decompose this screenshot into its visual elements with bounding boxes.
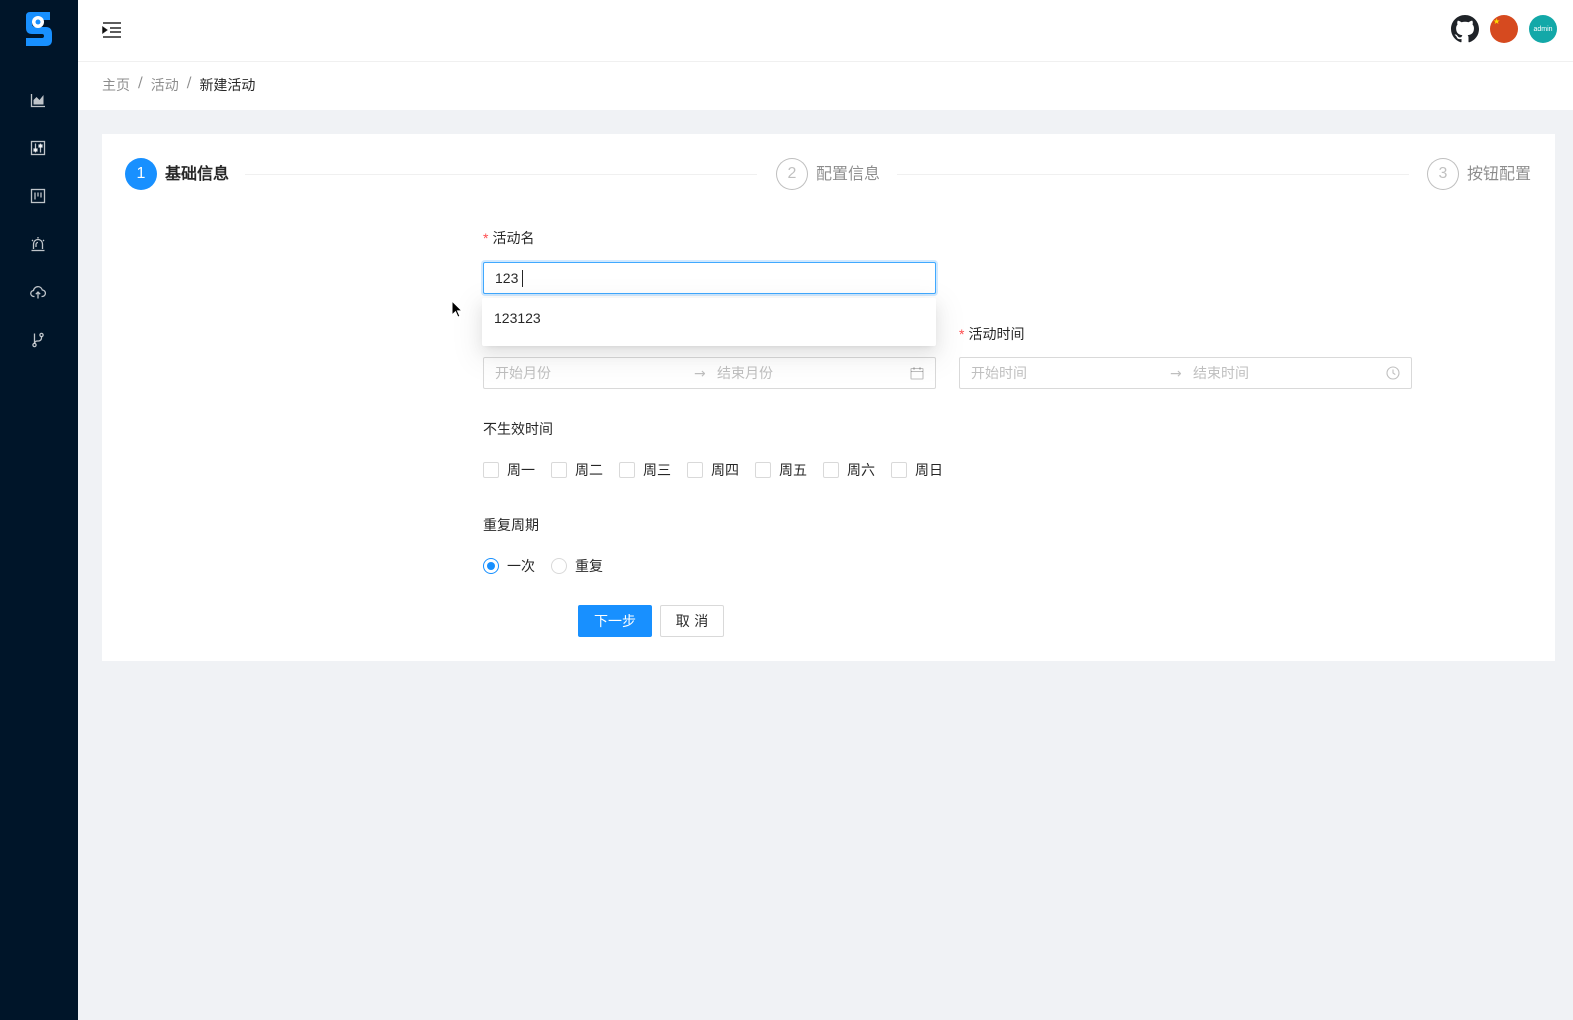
text-caret [522,270,523,287]
range-arrow-icon: → [694,366,706,382]
project-icon[interactable] [29,187,47,205]
required-mark: * [959,326,965,342]
autocomplete-dropdown: 123123 [482,298,936,346]
activity-name-label: * 活动名 [483,227,534,250]
activity-name-label-text: 活动名 [492,231,535,247]
required-mark: * [483,230,489,246]
breadcrumb-separator: / [138,75,143,91]
activity-name-input[interactable] [484,263,935,293]
checkbox-box[interactable] [891,462,907,478]
step-2-tail [897,174,1409,175]
radio-label: 一次 [507,559,535,575]
step-3-icon[interactable]: 3 [1427,158,1459,190]
step-1-title: 基础信息 [165,164,230,183]
control-icon[interactable] [29,139,47,157]
checkbox-friday[interactable]: 周五 [755,459,807,481]
step-1-tail [245,174,757,175]
next-step-button[interactable]: 下一步 [578,605,652,637]
step-3-title[interactable]: 按钮配置 [1467,162,1531,186]
checkbox-tuesday[interactable]: 周二 [551,459,603,481]
checkbox-label: 周日 [915,463,943,479]
area-chart-icon[interactable] [29,91,47,109]
step-2-title[interactable]: 配置信息 [816,162,880,186]
checkbox-box[interactable] [755,462,771,478]
cancel-button[interactable]: 取 消 [660,605,724,637]
checkbox-label: 周三 [643,463,671,479]
breadcrumb-activity[interactable]: 活动 [151,75,179,95]
activity-time-label-text: 活动时间 [968,327,1025,343]
time-range-picker[interactable]: 开始时间 → 结束时间 [959,357,1412,389]
checkbox-box[interactable] [619,462,635,478]
start-month-placeholder[interactable]: 开始月份 [495,363,551,385]
flag-star-icon: ★ [1493,17,1501,26]
checkbox-sunday[interactable]: 周日 [891,459,943,481]
checkbox-box[interactable] [551,462,567,478]
branches-icon[interactable] [29,331,47,349]
checkbox-label: 周五 [779,463,807,479]
breadcrumb-home[interactable]: 主页 [102,75,130,95]
logo-icon[interactable] [24,12,52,46]
repeat-cycle-label: 重复周期 [483,518,539,534]
radio-once[interactable]: 一次 [483,555,535,577]
checkbox-label: 周一 [507,463,535,479]
step-1-icon: 1 [125,158,157,190]
cloud-upload-icon[interactable] [29,283,47,301]
checkbox-saturday[interactable]: 周六 [823,459,875,481]
top-header: ★ admin [78,0,1573,62]
inactive-time-label: 不生效时间 [483,422,553,438]
activity-time-label: * 活动时间 [959,323,1024,346]
clock-icon [1386,366,1400,380]
alert-icon[interactable] [29,235,47,253]
autocomplete-option[interactable]: 123123 [482,302,936,334]
radio-label: 重复 [575,559,603,575]
china-flag-icon[interactable]: ★ [1490,15,1518,43]
end-month-placeholder[interactable]: 结束月份 [717,363,773,385]
checkbox-monday[interactable]: 周一 [483,459,535,481]
github-icon[interactable] [1451,15,1479,43]
breadcrumb-bar: 主页 / 活动 / 新建活动 [78,62,1573,110]
sidebar [0,0,78,1020]
breadcrumb-current: 新建活动 [199,78,256,94]
avatar[interactable]: admin [1529,15,1557,43]
checkbox-thursday[interactable]: 周四 [687,459,739,481]
checkbox-label: 周二 [575,463,603,479]
calendar-icon [910,367,924,380]
activity-name-input-wrapper[interactable] [483,262,936,294]
checkbox-box[interactable] [823,462,839,478]
radio-dot-checked[interactable] [483,558,499,574]
end-time-placeholder[interactable]: 结束时间 [1193,363,1249,385]
month-range-picker[interactable]: 开始月份 → 结束月份 [483,357,936,389]
checkbox-box[interactable] [687,462,703,478]
step-2-icon[interactable]: 2 [776,158,808,190]
weekday-checkbox-group: 周一 周二 周三 周四 周五 周六 周日 [483,459,959,481]
radio-repeat[interactable]: 重复 [551,555,603,577]
checkbox-label: 周四 [711,463,739,479]
breadcrumb-separator: / [186,75,192,91]
repeat-cycle-radio-group: 一次 重复 [483,555,619,577]
mouse-pointer-icon [451,300,463,318]
breadcrumb: 主页 / 活动 / 新建活动 [102,75,255,95]
menu-fold-icon[interactable] [101,19,123,41]
checkbox-label: 周六 [847,463,875,479]
radio-dot[interactable] [551,558,567,574]
checkbox-box[interactable] [483,462,499,478]
start-time-placeholder[interactable]: 开始时间 [971,363,1027,385]
range-arrow-icon: → [1170,366,1182,382]
form-card: 1 基础信息 2 配置信息 3 按钮配置 *活动名 开始月份 → 结束月份 *活… [102,134,1555,661]
checkbox-wednesday[interactable]: 周三 [619,459,671,481]
